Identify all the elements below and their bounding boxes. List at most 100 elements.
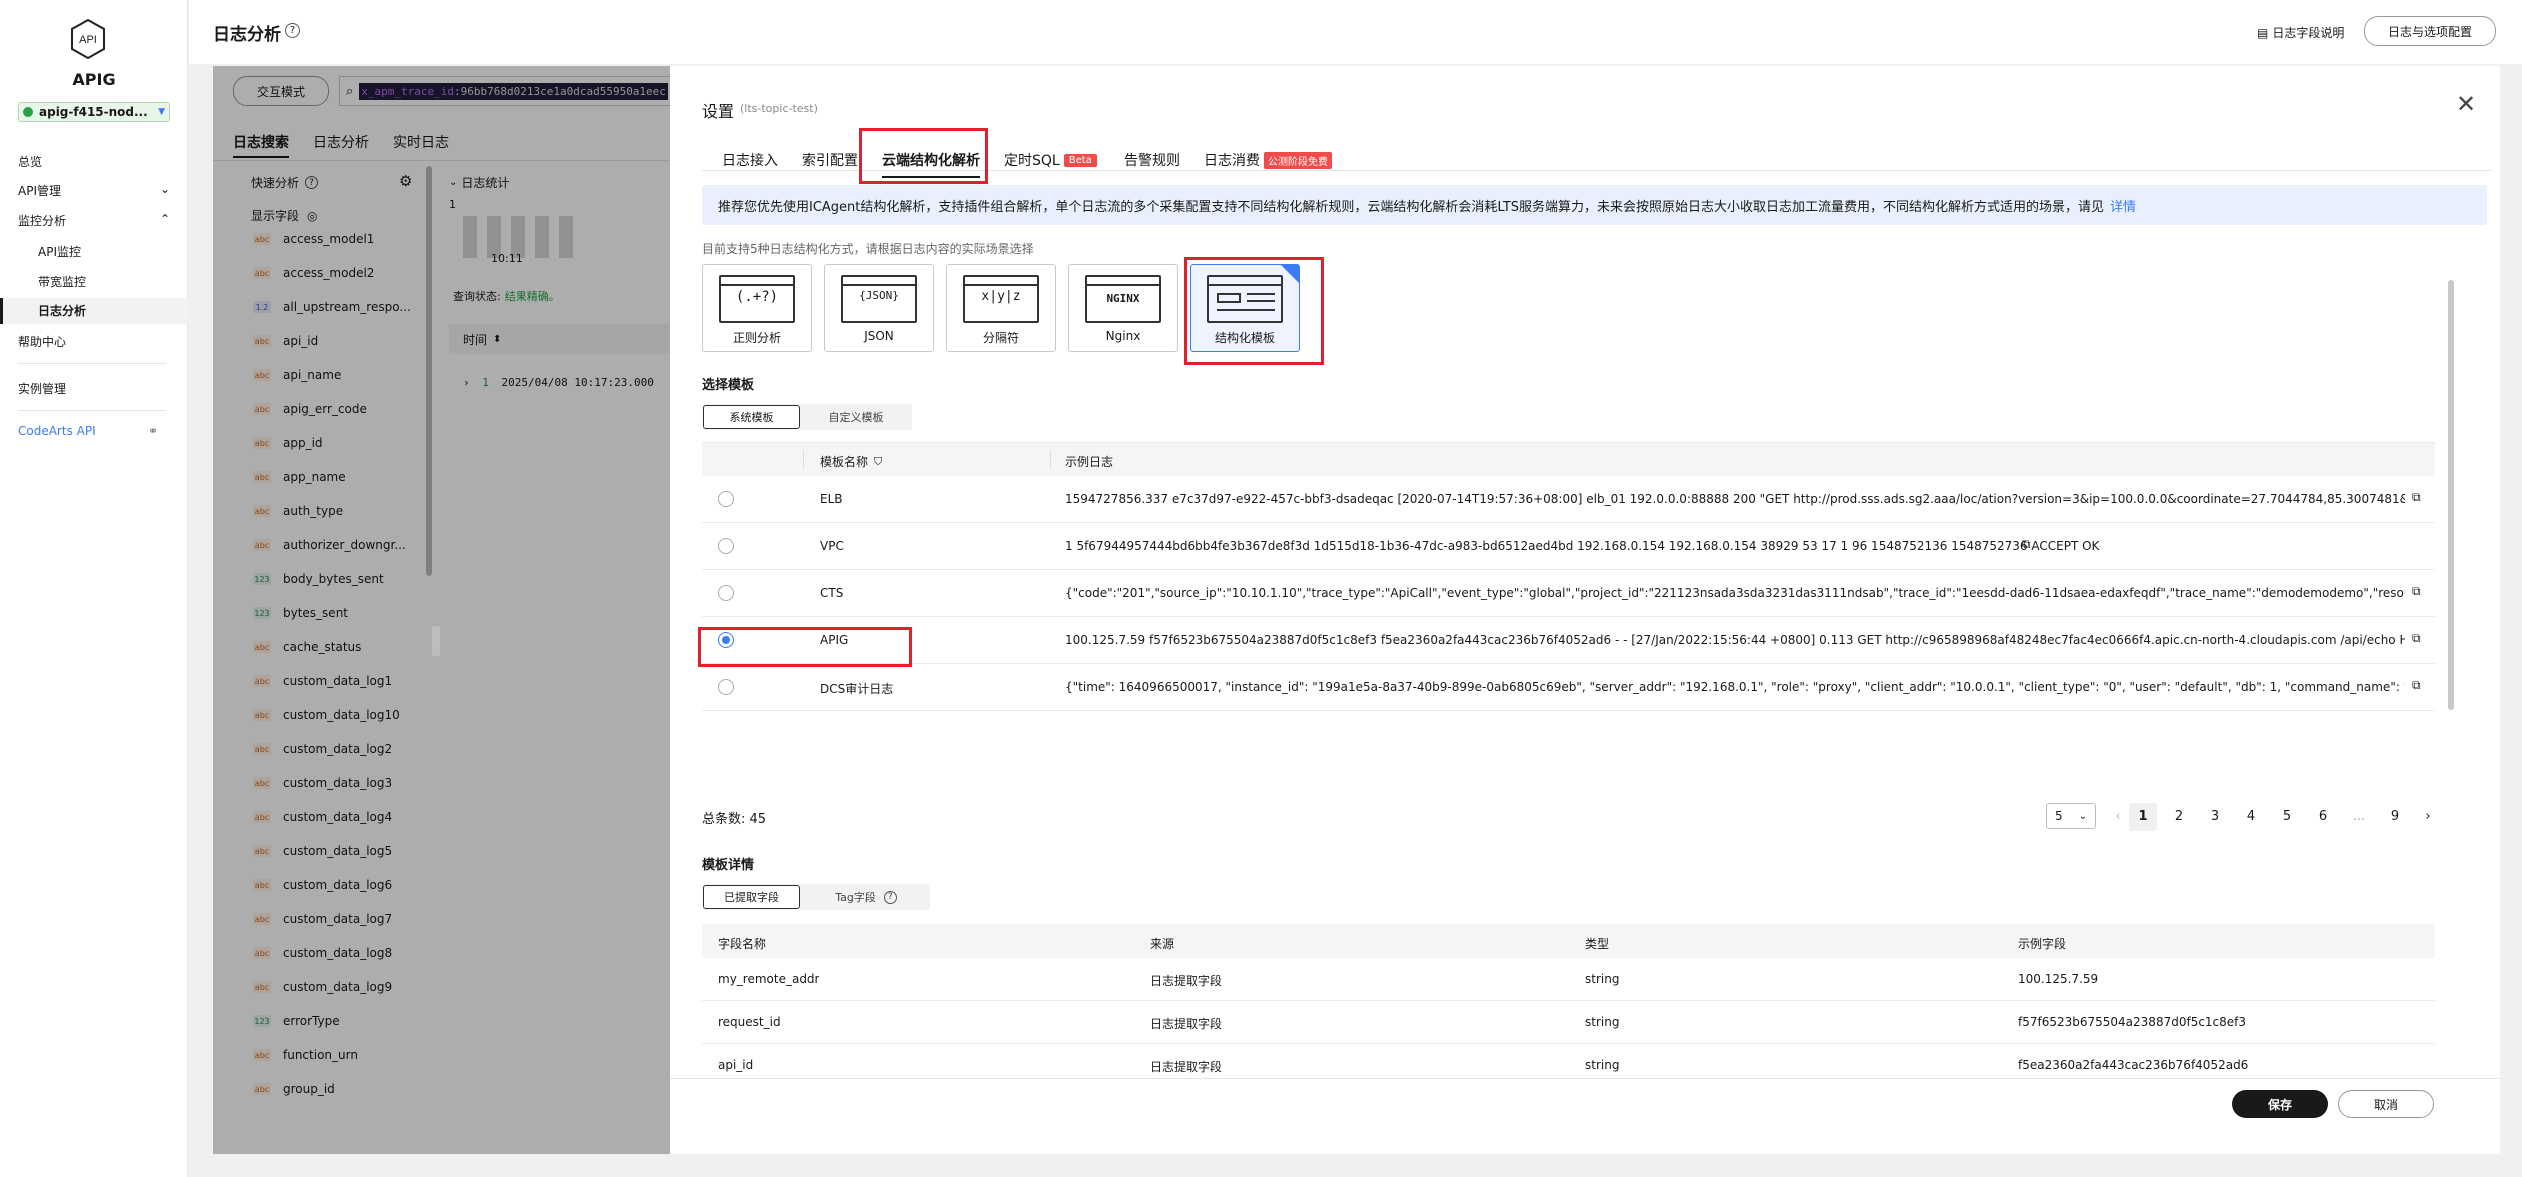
field-desc-link[interactable]: ▤ 日志字段说明 xyxy=(2257,24,2344,41)
col-sample-log: 示例日志 xyxy=(1065,455,1114,469)
method-card-regex[interactable]: (.+?) 正则分析 xyxy=(702,264,812,352)
detail-col-type: 类型 xyxy=(1585,937,1610,951)
table-row[interactable]: CTS {"code":"201","source_ip":"10.10.1.1… xyxy=(702,570,2435,617)
notice-banner: 推荐您优先使用ICAgent结构化解析，支持插件组合解析，单个日志流的多个采集配… xyxy=(702,185,2487,225)
page-3[interactable]: 3 xyxy=(2201,803,2229,831)
cancel-button[interactable]: 取消 xyxy=(2338,1090,2434,1118)
col-template-name: 模板名称 ⛉ xyxy=(820,453,882,470)
page-4[interactable]: 4 xyxy=(2237,803,2265,831)
status-dot-icon xyxy=(23,107,33,117)
page-ellipsis[interactable]: ... xyxy=(2345,803,2373,831)
copy-icon[interactable]: ⧉ xyxy=(2412,584,2421,599)
field-sample: 100.125.7.59 xyxy=(2018,972,2099,986)
nav-overview[interactable]: 总览 xyxy=(18,153,42,170)
filter-icon[interactable]: ⛉ xyxy=(874,455,882,469)
footer-divider xyxy=(670,1078,2500,1079)
page-title: 日志分析 xyxy=(213,25,281,45)
method-label: 正则分析 xyxy=(732,331,781,345)
method-card-delimiter[interactable]: x|y|z 分隔符 xyxy=(946,264,1056,352)
page-6[interactable]: 6 xyxy=(2309,803,2337,831)
link-icon: ⚭ xyxy=(147,424,158,438)
chevron-down-icon: ⌄ xyxy=(2078,810,2087,822)
method-label: Nginx xyxy=(1105,329,1141,343)
prev-page-icon[interactable]: ‹ xyxy=(2104,803,2132,831)
tab-tag-fields[interactable]: Tag字段 ? xyxy=(806,885,926,909)
template-sample: {"time": 1640966500017, "instance_id": "… xyxy=(1065,680,2405,694)
nav-instance-manage[interactable]: 实例管理 xyxy=(18,380,66,397)
method-card-nginx[interactable]: NGINX Nginx xyxy=(1068,264,1178,352)
nav-help[interactable]: 帮助中心 xyxy=(18,333,66,350)
page-5[interactable]: 5 xyxy=(2273,803,2301,831)
template-radio[interactable] xyxy=(718,679,734,695)
panel-scrollbar[interactable] xyxy=(2448,280,2454,710)
field-type: string xyxy=(1585,1015,1620,1029)
copy-icon[interactable]: ⧉ xyxy=(2022,537,2031,552)
regex-icon: (.+?) xyxy=(719,275,795,323)
detail-col-sample: 示例字段 xyxy=(2018,937,2067,951)
copy-icon[interactable]: ⧉ xyxy=(2412,678,2421,693)
table-row[interactable]: VPC 1 5f67944957444bd6bb4fe3b367de8f3d 1… xyxy=(702,523,2435,570)
tab-index-config[interactable]: 索引配置 xyxy=(802,150,858,170)
template-name: CTS xyxy=(820,586,844,600)
instance-selector[interactable]: apig-f415-nod... ▼ xyxy=(18,102,170,122)
help-icon[interactable]: ? xyxy=(285,23,300,38)
page-1[interactable]: 1 xyxy=(2129,803,2157,831)
tab-system-template[interactable]: 系统模板 xyxy=(703,405,800,429)
notice-link[interactable]: 详情 xyxy=(2110,196,2136,215)
table-row: api_id 日志提取字段 string f5ea2360a2fa443cac2… xyxy=(702,1044,2435,1078)
template-table-header xyxy=(702,442,2435,476)
field-source: 日志提取字段 xyxy=(1150,1060,1223,1074)
col-divider xyxy=(803,450,804,468)
table-row: request_id 日志提取字段 string f57f6523b675504… xyxy=(702,1001,2435,1044)
page-size-select[interactable]: 5 ⌄ xyxy=(2046,803,2096,829)
nav-api-manage[interactable]: API管理 ⌄ xyxy=(18,182,170,199)
notice-text: 推荐您优先使用ICAgent结构化解析，支持插件组合解析，单个日志流的多个采集配… xyxy=(718,199,2105,215)
page-2[interactable]: 2 xyxy=(2165,803,2193,831)
template-radio[interactable] xyxy=(718,491,734,507)
page-9[interactable]: 9 xyxy=(2381,803,2409,831)
method-label: 分隔符 xyxy=(982,331,1019,345)
nginx-icon: NGINX xyxy=(1085,275,1161,323)
chevron-down-icon: ▼ xyxy=(158,107,165,117)
tab-scheduled-sql[interactable]: 定时SQL Beta xyxy=(1004,150,1097,170)
copy-icon[interactable]: ⧉ xyxy=(2412,490,2421,505)
table-row-selected[interactable]: APIG 100.125.7.59 f57f6523b675504a23887d… xyxy=(702,617,2435,664)
method-card-json[interactable]: {JSON} JSON xyxy=(824,264,934,352)
template-sample: 1 5f67944957444bd6bb4fe3b367de8f3d 1d515… xyxy=(1065,539,2100,553)
nav-bandwidth-monitor[interactable]: 带宽监控 xyxy=(38,273,86,290)
template-radio[interactable] xyxy=(718,538,734,554)
copy-icon[interactable]: ⧉ xyxy=(2412,631,2421,646)
modal-overlay[interactable] xyxy=(213,66,671,1154)
chevron-up-icon: ⌃ xyxy=(159,212,170,226)
tab-custom-template[interactable]: 自定义模板 xyxy=(806,405,906,429)
nav-codearts[interactable]: CodeArts API ⚭ xyxy=(18,424,158,438)
details-title: 模板详情 xyxy=(702,858,755,873)
help-icon: ? xyxy=(883,890,897,904)
template-sample: 100.125.7.59 f57f6523b675504a23887d0f5c1… xyxy=(1065,633,2405,647)
close-icon[interactable]: ✕ xyxy=(2456,90,2476,118)
tab-log-consume[interactable]: 日志消费 公测阶段免费 xyxy=(1204,150,1332,170)
field-sample: f5ea2360a2fa443cac236b76f4052ad6 xyxy=(2018,1058,2249,1072)
field-name: my_remote_addr xyxy=(718,972,820,986)
collapse-handle[interactable] xyxy=(432,626,440,656)
tab-extracted-fields[interactable]: 已提取字段 xyxy=(703,885,800,909)
nav-api-monitor[interactable]: API监控 xyxy=(38,243,81,260)
tab-alarm-rules[interactable]: 告警规则 xyxy=(1124,150,1180,170)
nav-monitor[interactable]: 监控分析 ⌃ xyxy=(18,212,170,229)
save-button[interactable]: 保存 xyxy=(2232,1090,2328,1118)
tab-log-access[interactable]: 日志接入 xyxy=(722,150,778,170)
field-source: 日志提取字段 xyxy=(1150,974,1223,988)
drawer-subtitle: (lts-topic-test) xyxy=(740,102,818,115)
table-row[interactable]: ELB 1594727856.337 e7c37d97-e922-457c-bb… xyxy=(702,476,2435,523)
tab-scheduled-sql-label: 定时SQL xyxy=(1004,153,1060,169)
free-badge: 公测阶段免费 xyxy=(1264,151,1332,169)
nav-log-analysis[interactable]: 日志分析 xyxy=(0,298,188,324)
col-divider xyxy=(1050,450,1051,468)
field-source: 日志提取字段 xyxy=(1150,1017,1223,1031)
divider xyxy=(18,410,166,411)
table-row[interactable]: DCS审计日志 {"time": 1640966500017, "instanc… xyxy=(702,664,2435,711)
template-radio[interactable] xyxy=(718,585,734,601)
log-config-button[interactable]: 日志与选项配置 xyxy=(2364,16,2496,46)
method-label: JSON xyxy=(864,329,894,343)
next-page-icon[interactable]: › xyxy=(2414,803,2442,831)
